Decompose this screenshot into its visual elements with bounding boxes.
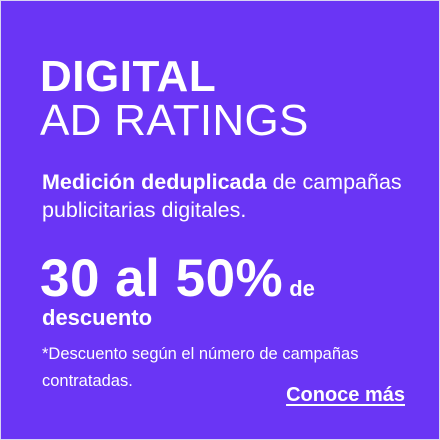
description-highlight: Medición deduplicada: [42, 170, 267, 194]
discount-headline: 30 al 50% de: [40, 249, 315, 309]
title-line-digital: DIGITAL: [40, 52, 217, 101]
title-line-ad-ratings: AD RATINGS: [40, 96, 309, 145]
discount-range: 30 al 50%: [40, 249, 284, 308]
discount-label: descuento: [42, 305, 153, 330]
promo-banner: DIGITAL AD RATINGS Medición deduplicada …: [0, 0, 440, 440]
learn-more-link[interactable]: Conoce más: [286, 382, 405, 408]
discount-preposition: de: [289, 276, 315, 301]
description: Medición deduplicada de campañas publici…: [42, 168, 422, 224]
